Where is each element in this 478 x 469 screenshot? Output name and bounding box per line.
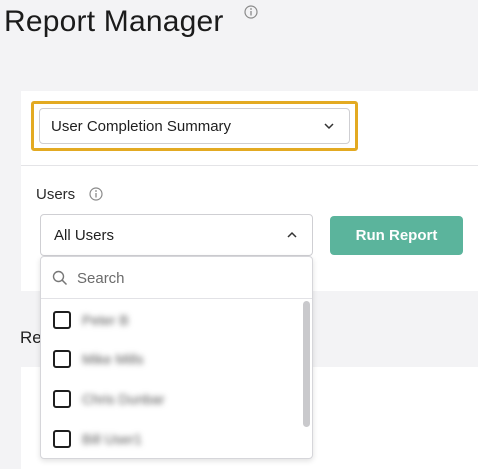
user-option[interactable]: Chris Dunbar (41, 379, 303, 419)
checkbox[interactable] (53, 390, 71, 408)
search-input[interactable] (77, 265, 297, 291)
checkbox[interactable] (53, 350, 71, 368)
dropdown-search (41, 257, 312, 299)
checkbox[interactable] (53, 430, 71, 448)
user-option[interactable]: Peter B (41, 300, 303, 340)
info-icon[interactable] (244, 5, 258, 19)
chevron-down-icon (324, 123, 334, 130)
users-select-value: All Users (54, 226, 115, 244)
search-icon (52, 270, 68, 286)
chevron-up-icon (287, 231, 297, 238)
user-option[interactable]: Bill User1 (41, 419, 303, 458)
scrollbar[interactable] (303, 301, 310, 427)
report-type-focus-ring: User Completion Summary (31, 101, 358, 151)
report-type-value: User Completion Summary (51, 117, 232, 135)
section-header: Re (20, 328, 42, 347)
user-option[interactable]: Mike Mills (41, 339, 303, 379)
checkbox[interactable] (53, 311, 71, 329)
users-select[interactable]: All Users (40, 214, 313, 256)
user-option-label: Mike Mills (82, 351, 144, 367)
run-report-button[interactable]: Run Report (330, 216, 463, 255)
user-option-label: Peter B (82, 312, 129, 328)
user-option-label: Chris Dunbar (82, 391, 165, 407)
report-type-select[interactable]: User Completion Summary (39, 108, 350, 144)
divider (21, 165, 478, 166)
user-option-label: Bill User1 (82, 431, 142, 447)
users-dropdown: Peter B Mike Mills Chris Dunbar Bill Use… (40, 256, 313, 459)
users-label: Users (36, 186, 76, 203)
page-title: Report Manager (4, 5, 224, 38)
info-icon[interactable] (89, 187, 103, 201)
